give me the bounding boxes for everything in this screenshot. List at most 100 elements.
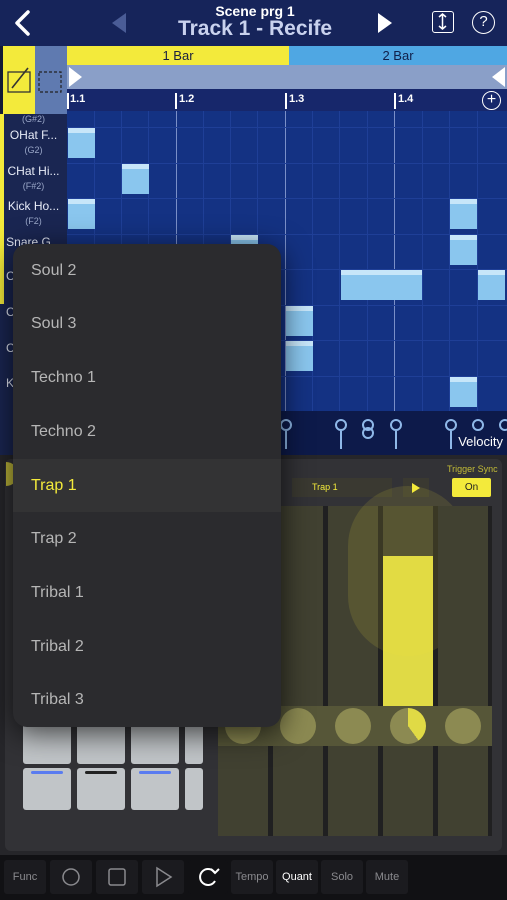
track-note: (G2) [24, 145, 43, 155]
note-cell[interactable] [450, 235, 477, 265]
velocity-handle[interactable] [499, 419, 507, 431]
drum-pad[interactable] [185, 768, 203, 810]
effect-knob[interactable] [390, 708, 426, 744]
menu-item-selected[interactable]: Trap 1 [13, 459, 281, 512]
drum-pad[interactable] [77, 722, 125, 764]
select-tool-button[interactable] [35, 46, 67, 114]
note-cell[interactable] [395, 270, 422, 300]
velocity-stem [450, 431, 452, 449]
solo-button[interactable]: Solo [321, 860, 363, 894]
ruler-tick [175, 93, 177, 109]
drum-pad[interactable] [131, 722, 179, 764]
velocity-handle[interactable] [280, 419, 292, 431]
track-title[interactable]: Track 1 - Recife [130, 17, 380, 41]
note-cell[interactable] [450, 199, 477, 229]
menu-item[interactable]: Tribal 3 [13, 673, 281, 726]
drum-pad[interactable] [23, 768, 71, 810]
effect-knob[interactable] [445, 708, 481, 744]
beat-line [394, 111, 395, 411]
chevron-left-icon [15, 10, 30, 36]
velocity-handle[interactable] [335, 419, 347, 431]
transport-toolbar: Func Tempo Quant Solo Mute [0, 855, 507, 900]
effect-knob[interactable] [280, 708, 316, 744]
loop-range-bar[interactable] [67, 65, 507, 89]
note-cell[interactable] [122, 164, 149, 194]
quant-button[interactable]: Quant [276, 860, 318, 894]
previous-track-button[interactable] [108, 10, 132, 36]
drum-pad[interactable] [77, 768, 125, 810]
drum-pad[interactable] [185, 722, 203, 764]
tempo-button[interactable]: Tempo [231, 860, 273, 894]
menu-item[interactable]: Tribal 1 [13, 566, 281, 619]
velocity-handle[interactable] [390, 419, 402, 431]
mute-button[interactable]: Mute [366, 860, 408, 894]
note-cell[interactable] [68, 199, 95, 229]
pad-indicator [31, 771, 63, 774]
pad-indicator [85, 771, 117, 774]
preset-dropdown-menu: Soul 2 Soul 3 Techno 1 Techno 2 Trap 1 T… [13, 244, 281, 727]
velocity-handle[interactable] [445, 419, 457, 431]
track-label-kick[interactable]: Kick Ho... (F2) [0, 199, 67, 226]
trigger-sync-label: Trigger Sync [447, 464, 498, 474]
play-button[interactable] [142, 860, 184, 894]
drum-pad[interactable] [131, 768, 179, 810]
help-button[interactable]: ? [472, 11, 495, 34]
loop-end-handle[interactable] [492, 67, 505, 87]
grid-row-line [67, 198, 507, 199]
track-label-chat[interactable]: CHat Hi... (F#2) [0, 164, 67, 191]
drum-pad[interactable] [23, 722, 71, 764]
note-cell[interactable] [478, 270, 505, 300]
velocity-handle[interactable] [362, 427, 374, 439]
track-label-ohat[interactable]: OHat F... (G2) [0, 128, 67, 155]
menu-item[interactable]: Techno 1 [13, 351, 281, 404]
trigger-sync-toggle[interactable]: On [452, 478, 491, 497]
play-triangle-icon [156, 866, 173, 888]
grid-line [422, 111, 423, 411]
ruler-mark: 1.3 [289, 93, 305, 105]
bar-1-tab[interactable]: 1 Bar [67, 46, 289, 65]
note-cell[interactable] [450, 377, 477, 407]
velocity-stem [285, 431, 287, 449]
menu-item[interactable]: Tribal 2 [13, 620, 281, 673]
timeline-ruler[interactable]: 1.1 1.2 1.3 1.4 + [67, 89, 507, 111]
bar-2-tab[interactable]: 2 Bar [289, 46, 507, 65]
note-cell[interactable] [341, 270, 368, 300]
back-button[interactable] [8, 6, 38, 40]
loop-arrow-icon [199, 868, 220, 886]
note-cell[interactable] [286, 341, 313, 371]
velocity-stem [340, 431, 342, 449]
pencil-tool-button[interactable] [3, 46, 35, 114]
grid-line [367, 111, 368, 411]
ruler-tick [394, 93, 396, 109]
grid-line [477, 111, 478, 411]
note-cell[interactable] [286, 306, 313, 336]
add-bar-button[interactable]: + [482, 91, 501, 110]
menu-item[interactable]: Techno 2 [13, 405, 281, 458]
track-note: (F2) [25, 216, 42, 226]
menu-item[interactable]: Soul 2 [13, 244, 281, 297]
effect-knob[interactable] [335, 708, 371, 744]
ruler-tick [285, 93, 287, 109]
note-cell[interactable] [68, 128, 95, 158]
menu-item[interactable]: Trap 2 [13, 512, 281, 565]
loop-button[interactable] [188, 860, 228, 894]
vertical-resize-icon [438, 13, 447, 30]
menu-item[interactable]: Soul 3 [13, 297, 281, 350]
record-circle-icon [62, 868, 80, 886]
func-button[interactable]: Func [4, 860, 46, 894]
track-name: Kick Ho... [7, 199, 60, 213]
effect-slider[interactable] [348, 486, 468, 836]
ruler-tick [67, 93, 69, 109]
note-cell[interactable] [368, 270, 395, 300]
track-label-0[interactable]: (G#2) [0, 111, 67, 124]
loop-start-handle[interactable] [69, 67, 82, 87]
effect-slider[interactable] [438, 506, 488, 836]
next-track-button[interactable] [372, 10, 396, 36]
record-button[interactable] [50, 860, 92, 894]
resize-button[interactable] [432, 11, 454, 33]
stop-square-icon [108, 868, 126, 886]
ruler-mark: 1.4 [398, 93, 414, 105]
stop-button[interactable] [96, 860, 138, 894]
grid-row-line [67, 234, 507, 235]
velocity-handle[interactable] [472, 419, 484, 431]
